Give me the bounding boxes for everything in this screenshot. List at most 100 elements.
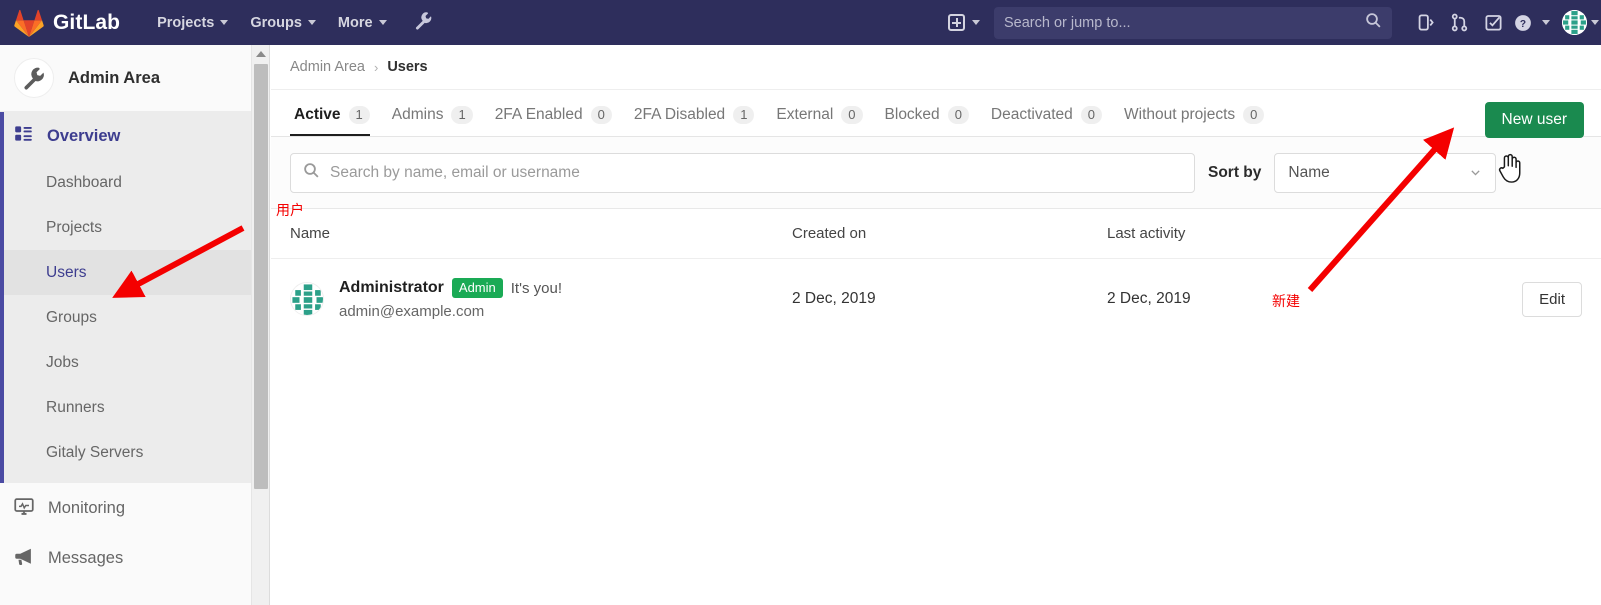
search-icon — [1365, 12, 1382, 34]
sidebar-item-gitaly-servers[interactable]: Gitaly Servers — [0, 430, 251, 475]
sidebar-item-overview-label: Overview — [47, 126, 121, 145]
user-filter-bar: Sort by Name — [271, 137, 1601, 209]
edit-button[interactable]: Edit — [1522, 281, 1582, 317]
users-table-header: Name Created on Last activity — [271, 209, 1601, 259]
tab-blocked-count: 0 — [947, 106, 969, 124]
sidebar-item-dashboard-label: Dashboard — [46, 173, 122, 191]
tab-external-label: External — [776, 106, 834, 123]
gitlab-home-link[interactable]: GitLab — [14, 9, 120, 37]
tab-admins[interactable]: Admins 1 — [381, 106, 484, 136]
tab-external[interactable]: External 0 — [765, 106, 873, 136]
navbar-right-group: ? — [948, 0, 1601, 45]
svg-text:?: ? — [1520, 19, 1526, 30]
brand-name: GitLab — [53, 10, 121, 34]
sidebar-item-jobs[interactable]: Jobs — [0, 340, 251, 385]
gitlab-fox-logo — [14, 9, 44, 37]
chevron-down-icon — [1542, 20, 1550, 25]
sidebar-scrollbar[interactable] — [252, 45, 270, 605]
user-search-box[interactable] — [290, 152, 1195, 193]
sidebar-item-groups[interactable]: Groups — [0, 295, 251, 340]
cell-last-activity: 2 Dec, 2019 — [1107, 290, 1191, 307]
global-search-box[interactable] — [994, 6, 1392, 39]
tab-without-projects[interactable]: Without projects 0 — [1113, 106, 1275, 136]
user-cell: Administrator Admin It's you! admin@exam… — [290, 278, 792, 320]
wrench-icon — [414, 11, 433, 35]
tab-2fa-enabled-count: 0 — [590, 106, 612, 124]
scroll-up-arrow-icon[interactable] — [252, 46, 270, 62]
sidebar-item-users[interactable]: Users — [0, 250, 251, 295]
sidebar-item-projects[interactable]: Projects — [0, 205, 251, 250]
tab-2fa-enabled-label: 2FA Enabled — [494, 106, 583, 123]
sidebar-item-monitoring-label: Monitoring — [48, 498, 126, 517]
sidebar-item-runners-label: Runners — [46, 398, 105, 416]
chevron-down-icon — [1471, 170, 1481, 176]
tab-deactivated-label: Deactivated — [990, 106, 1073, 123]
monitor-icon — [14, 496, 34, 521]
nav-item-projects-label: Projects — [157, 14, 215, 31]
sidebar-item-monitoring[interactable]: Monitoring — [0, 483, 251, 533]
merge-requests-icon[interactable] — [1442, 6, 1476, 40]
nav-item-groups-label: Groups — [250, 14, 302, 31]
tab-2fa-enabled[interactable]: 2FA Enabled 0 — [484, 106, 623, 136]
wrench-icon — [14, 58, 54, 98]
sidebar-item-groups-label: Groups — [46, 308, 97, 326]
gitlab-admin-users-page: GitLab Projects Groups More Search or ju… — [0, 0, 1601, 605]
issues-icon[interactable] — [1408, 6, 1442, 40]
top-navbar: GitLab Projects Groups More Search or ju… — [0, 0, 1601, 45]
chevron-down-icon — [972, 20, 980, 25]
nav-item-more[interactable]: More — [327, 9, 398, 37]
sidebar-item-dashboard[interactable]: Dashboard — [0, 160, 251, 205]
sidebar-item-projects-label: Projects — [46, 218, 102, 236]
nav-item-groups[interactable]: Groups — [239, 9, 327, 37]
sidebar-item-messages[interactable]: Messages — [0, 533, 251, 583]
status-badge: Admin — [451, 278, 503, 298]
tab-2fa-disabled-label: 2FA Disabled — [633, 106, 726, 123]
tab-deactivated-count: 0 — [1080, 106, 1103, 124]
user-search-input[interactable] — [330, 163, 1182, 182]
avatar — [290, 282, 324, 316]
chevron-down-icon — [220, 20, 229, 25]
table-row: Administrator Admin It's you! admin@exam… — [271, 259, 1601, 339]
tab-2fa-disabled[interactable]: 2FA Disabled 1 — [623, 106, 766, 136]
main-content: Admin Area › Users Active 1 Admins 1 2FA… — [271, 45, 1601, 605]
column-header-name: Name — [290, 225, 331, 242]
search-icon — [303, 162, 320, 184]
user-filter-tabs: Active 1 Admins 1 2FA Enabled 0 2FA Disa… — [271, 90, 1601, 138]
sidebar-item-runners[interactable]: Runners — [0, 385, 251, 430]
sidebar-overview-section: Overview Dashboard Projects Users Groups… — [0, 112, 251, 483]
column-header-created-on: Created on — [792, 225, 867, 242]
tab-deactivated[interactable]: Deactivated 0 — [980, 106, 1113, 136]
breadcrumb-admin-area[interactable]: Admin Area — [290, 59, 365, 75]
sidebar-title: Admin Area — [68, 68, 160, 87]
plus-square-icon — [948, 14, 965, 31]
avatar[interactable] — [1562, 10, 1599, 35]
chevron-down-icon — [378, 20, 387, 25]
admin-sidebar: Admin Area Overview Dashboard Projects U… — [0, 45, 252, 605]
todos-icon[interactable] — [1476, 6, 1510, 40]
sidebar-item-users-label: Users — [46, 263, 87, 281]
admin-area-button[interactable] — [414, 11, 433, 35]
megaphone-icon — [14, 546, 34, 571]
scrollbar-thumb[interactable] — [254, 64, 268, 489]
global-search-input[interactable] — [1004, 14, 1365, 31]
tab-active-label: Active — [294, 106, 341, 123]
tab-without-projects-count: 0 — [1243, 106, 1265, 124]
sidebar-item-messages-label: Messages — [48, 548, 124, 567]
sidebar-bottom-section: Monitoring Messages — [0, 483, 251, 583]
help-icon[interactable]: ? — [1510, 6, 1554, 40]
tab-admins-label: Admins — [391, 106, 444, 123]
tab-blocked[interactable]: Blocked 0 — [874, 106, 980, 136]
sidebar-item-overview[interactable]: Overview — [0, 112, 251, 160]
user-name-link[interactable]: Administrator — [339, 279, 444, 297]
breadcrumb: Admin Area › Users — [271, 45, 1601, 90]
tab-active-count: 1 — [348, 106, 370, 124]
nav-item-projects[interactable]: Projects — [146, 9, 239, 37]
create-new-button[interactable] — [948, 14, 980, 31]
tab-active[interactable]: Active 1 — [290, 106, 381, 136]
cell-created-on: 2 Dec, 2019 — [792, 290, 876, 307]
user-name-line: Administrator Admin It's you! — [339, 278, 562, 298]
sidebar-header[interactable]: Admin Area — [0, 45, 251, 112]
chevron-down-icon — [307, 20, 316, 25]
new-user-button[interactable]: New user — [1484, 102, 1584, 138]
sort-by-select[interactable]: Name — [1274, 152, 1497, 193]
